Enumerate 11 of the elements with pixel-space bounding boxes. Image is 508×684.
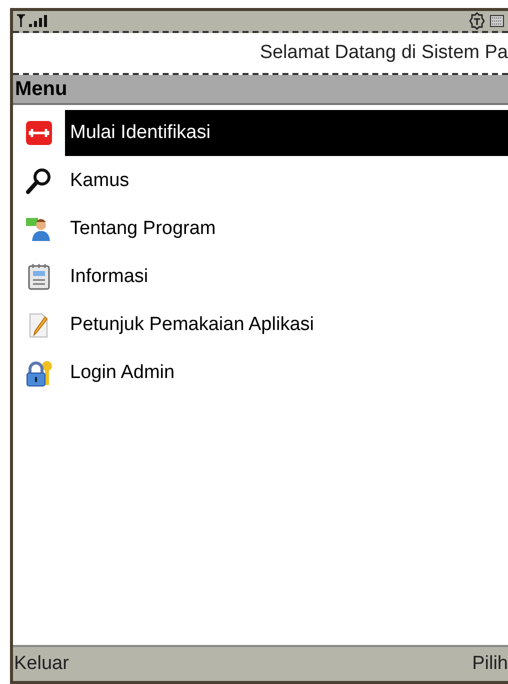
search-icon <box>25 167 53 195</box>
menu-item[interactable]: Mulai Identifikasi <box>65 110 508 156</box>
menu-title: Menu <box>15 77 68 102</box>
dumbbell-icon <box>25 119 53 147</box>
right-softkey[interactable]: Pilih <box>472 650 508 678</box>
battery-icon <box>490 15 504 27</box>
lock-key-icon <box>25 359 53 387</box>
person-icon <box>25 215 53 243</box>
ticker-text: Selamat Datang di Sistem Pa <box>260 40 508 65</box>
left-softkey[interactable]: Keluar <box>14 650 69 678</box>
gear-icon <box>468 12 486 30</box>
